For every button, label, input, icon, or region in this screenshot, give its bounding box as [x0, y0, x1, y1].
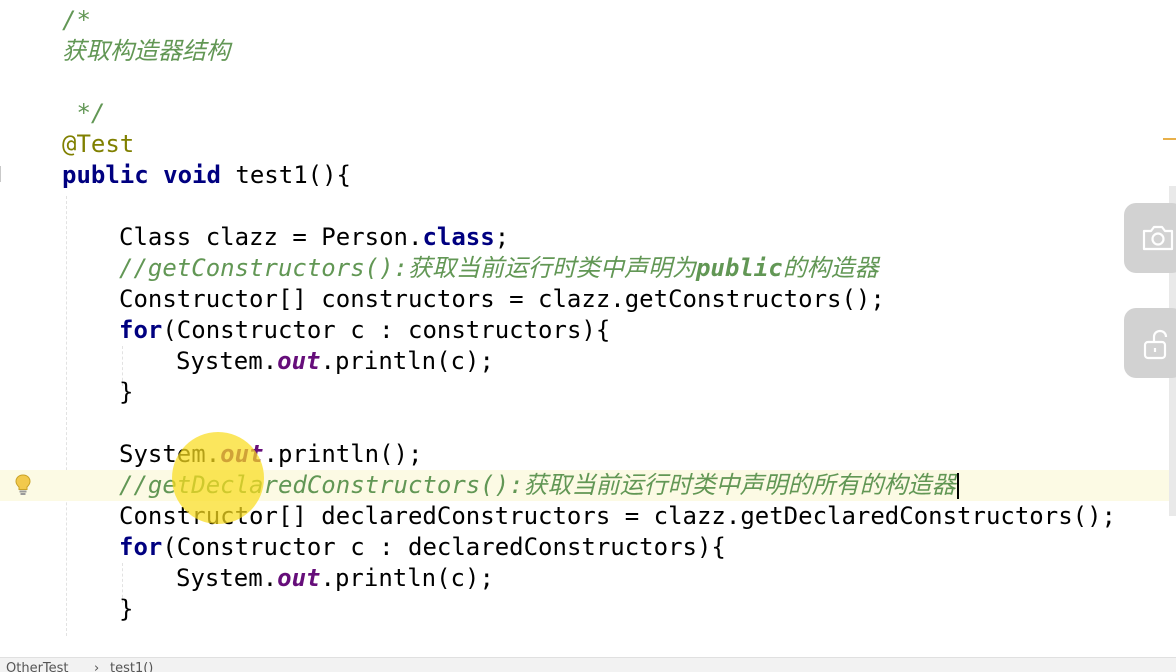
comment-title: 获取构造器结构: [62, 37, 230, 65]
code-line-12[interactable]: System.out.println(c);: [0, 346, 1176, 377]
constructors-decl: Constructor[] constructors = clazz.getCo…: [119, 285, 885, 313]
semicolon: ;: [494, 223, 510, 251]
code-line-19[interactable]: System.out.println(c);: [0, 563, 1176, 594]
println-call: .println();: [263, 440, 423, 468]
code-line-18[interactable]: for(Constructor c : declaredConstructors…: [0, 532, 1176, 563]
code-line-15[interactable]: System.out.println();: [0, 439, 1176, 470]
comment-get-declared: //getDeclaredConstructors():获取当前运行时类中声明的…: [119, 470, 959, 501]
closing-brace: }: [119, 595, 134, 623]
method-name: test1(){: [220, 161, 351, 189]
keyword-for: for: [119, 316, 163, 344]
println-call: .println(c);: [320, 347, 494, 375]
comment-public: public: [695, 254, 783, 282]
out-field: out: [277, 347, 321, 375]
comment-text-end: 的构造器: [782, 254, 879, 282]
class-decl: Class clazz = Person.: [119, 223, 423, 251]
code-line-4[interactable]: */: [0, 98, 1176, 129]
out-field: out: [277, 564, 321, 592]
breadcrumb-separator: ›: [94, 661, 100, 672]
declared-constructors-decl: Constructor[] declaredConstructors = cla…: [119, 502, 1116, 530]
println-call: .println(c);: [320, 564, 494, 592]
code-line-10[interactable]: Constructor[] constructors = clazz.getCo…: [0, 284, 1176, 315]
for-header: (Constructor c : declaredConstructors){: [162, 533, 726, 561]
for-loop-2: for(Constructor c : declaredConstructors…: [119, 532, 726, 563]
keyword-for: for: [119, 533, 163, 561]
keyword-public: public: [62, 161, 149, 189]
camera-icon: [1142, 225, 1174, 251]
code-editor[interactable]: /* 获取构造器结构 */ @Test public void test1(){…: [0, 0, 1176, 657]
system-ref: System.: [119, 440, 221, 468]
code-line-20[interactable]: }: [0, 594, 1176, 625]
keyword-void: void: [163, 161, 221, 189]
println-empty: System.out.println();: [119, 439, 422, 470]
comment-close: */: [62, 99, 106, 127]
code-line-13[interactable]: }: [0, 377, 1176, 408]
out-field: out: [220, 440, 264, 468]
text-caret: [956, 473, 959, 499]
comment-method: //getDeclaredConstructors():: [119, 471, 524, 499]
code-line-17[interactable]: Constructor[] declaredConstructors = cla…: [0, 501, 1176, 532]
lightbulb-icon[interactable]: [14, 474, 32, 496]
comment-get-constructors: //getConstructors():获取当前运行时类中声明为public的构…: [119, 253, 879, 284]
code-line-8[interactable]: Class clazz = Person.class;: [0, 222, 1176, 253]
lock-button[interactable]: [1124, 308, 1176, 378]
code-line-11[interactable]: for(Constructor c : constructors){: [0, 315, 1176, 346]
println-stmt-1: System.out.println(c);: [176, 346, 494, 377]
unlock-icon: [1143, 329, 1168, 360]
code-line-2[interactable]: 获取构造器结构: [0, 36, 1176, 67]
system-ref: System.: [176, 347, 278, 375]
code-line-16-current[interactable]: //getDeclaredConstructors():获取当前运行时类中声明的…: [0, 470, 1176, 501]
breadcrumb-class[interactable]: OtherTest: [6, 662, 69, 672]
comment-open: /*: [62, 6, 91, 34]
comment-method: //getConstructors():: [119, 254, 408, 282]
class-statement: Class clazz = Person.class;: [119, 222, 509, 253]
closing-brace: }: [119, 378, 134, 406]
method-signature: public void test1(){: [62, 160, 351, 191]
println-stmt-2: System.out.println(c);: [176, 563, 494, 594]
error-stripe-marker[interactable]: [1163, 138, 1176, 140]
comment-text: 获取当前运行时类中声明为: [407, 254, 696, 282]
code-line-6[interactable]: public void test1(){: [0, 160, 1176, 191]
code-line-9[interactable]: //getConstructors():获取当前运行时类中声明为public的构…: [0, 253, 1176, 284]
system-ref: System.: [176, 564, 278, 592]
for-header: (Constructor c : constructors){: [162, 316, 611, 344]
screenshot-button[interactable]: [1124, 203, 1176, 273]
comment-text: 获取当前运行时类中声明的所有的构造器: [523, 471, 956, 499]
for-loop-1: for(Constructor c : constructors){: [119, 315, 610, 346]
code-line-5[interactable]: @Test: [0, 129, 1176, 160]
code-line-1[interactable]: /*: [0, 5, 1176, 36]
test-annotation: @Test: [62, 130, 135, 158]
breadcrumb: OtherTest › test1(): [0, 657, 1176, 672]
breadcrumb-method[interactable]: test1(): [110, 662, 153, 672]
keyword-class: class: [422, 223, 495, 251]
